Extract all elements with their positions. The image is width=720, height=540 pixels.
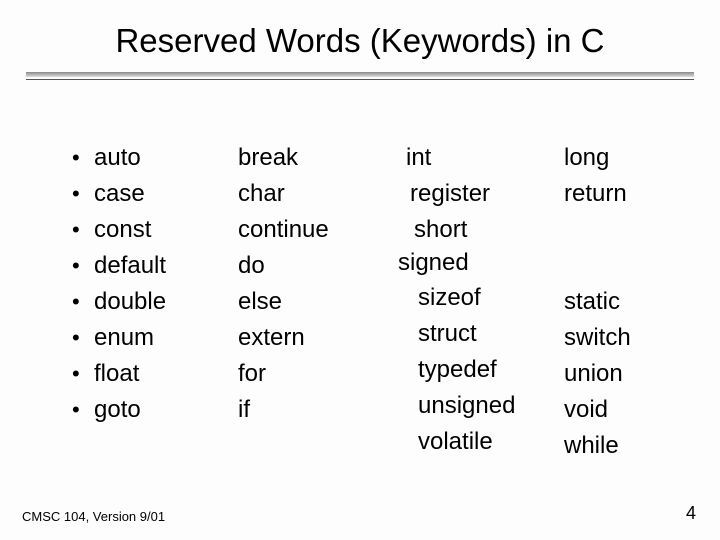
list-item: enum xyxy=(72,320,166,356)
list-item: typedef xyxy=(418,352,515,388)
list-item: else xyxy=(238,284,329,320)
list-item: case xyxy=(72,176,166,212)
divider-rule xyxy=(26,72,694,82)
list-item: switch xyxy=(564,320,631,356)
keyword-column-1: auto case const default double enum floa… xyxy=(72,140,166,428)
content-area: auto case const default double enum floa… xyxy=(44,140,676,500)
list-item: volatile xyxy=(418,424,515,460)
list-item: auto xyxy=(72,140,166,176)
list-item: goto xyxy=(72,392,166,428)
list-item: union xyxy=(564,356,631,392)
list-item: int xyxy=(406,140,515,176)
list-item: const xyxy=(72,212,166,248)
list-item: double xyxy=(72,284,166,320)
list-item: do xyxy=(238,248,329,284)
list-item: break xyxy=(238,140,329,176)
slide-title: Reserved Words (Keywords) in C xyxy=(44,22,676,60)
list-item: for xyxy=(238,356,329,392)
list-item: char xyxy=(238,176,329,212)
column-gap xyxy=(564,212,631,284)
list-item: long xyxy=(564,140,631,176)
list-item: signed xyxy=(398,245,515,281)
footer-course-version: CMSC 104, Version 9/01 xyxy=(22,509,165,524)
list-item: return xyxy=(564,176,631,212)
list-item: while xyxy=(564,428,631,464)
list-item: void xyxy=(564,392,631,428)
list-item: short xyxy=(414,212,515,248)
list-item: extern xyxy=(238,320,329,356)
list-item: static xyxy=(564,284,631,320)
list-item: unsigned xyxy=(418,388,515,424)
keyword-column-2: break char continue do else extern for i… xyxy=(238,140,329,428)
list-item: sizeof xyxy=(418,280,515,316)
list-item: float xyxy=(72,356,166,392)
slide-number: 4 xyxy=(686,503,696,524)
list-item: register xyxy=(410,176,515,212)
list-item: if xyxy=(238,392,329,428)
keyword-column-4: long return static switch union void whi… xyxy=(564,140,631,464)
list-item: struct xyxy=(418,316,515,352)
list-item: default xyxy=(72,248,166,284)
keyword-column-3: int register short signed sizeof struct … xyxy=(396,140,515,460)
list-item: continue xyxy=(238,212,329,248)
